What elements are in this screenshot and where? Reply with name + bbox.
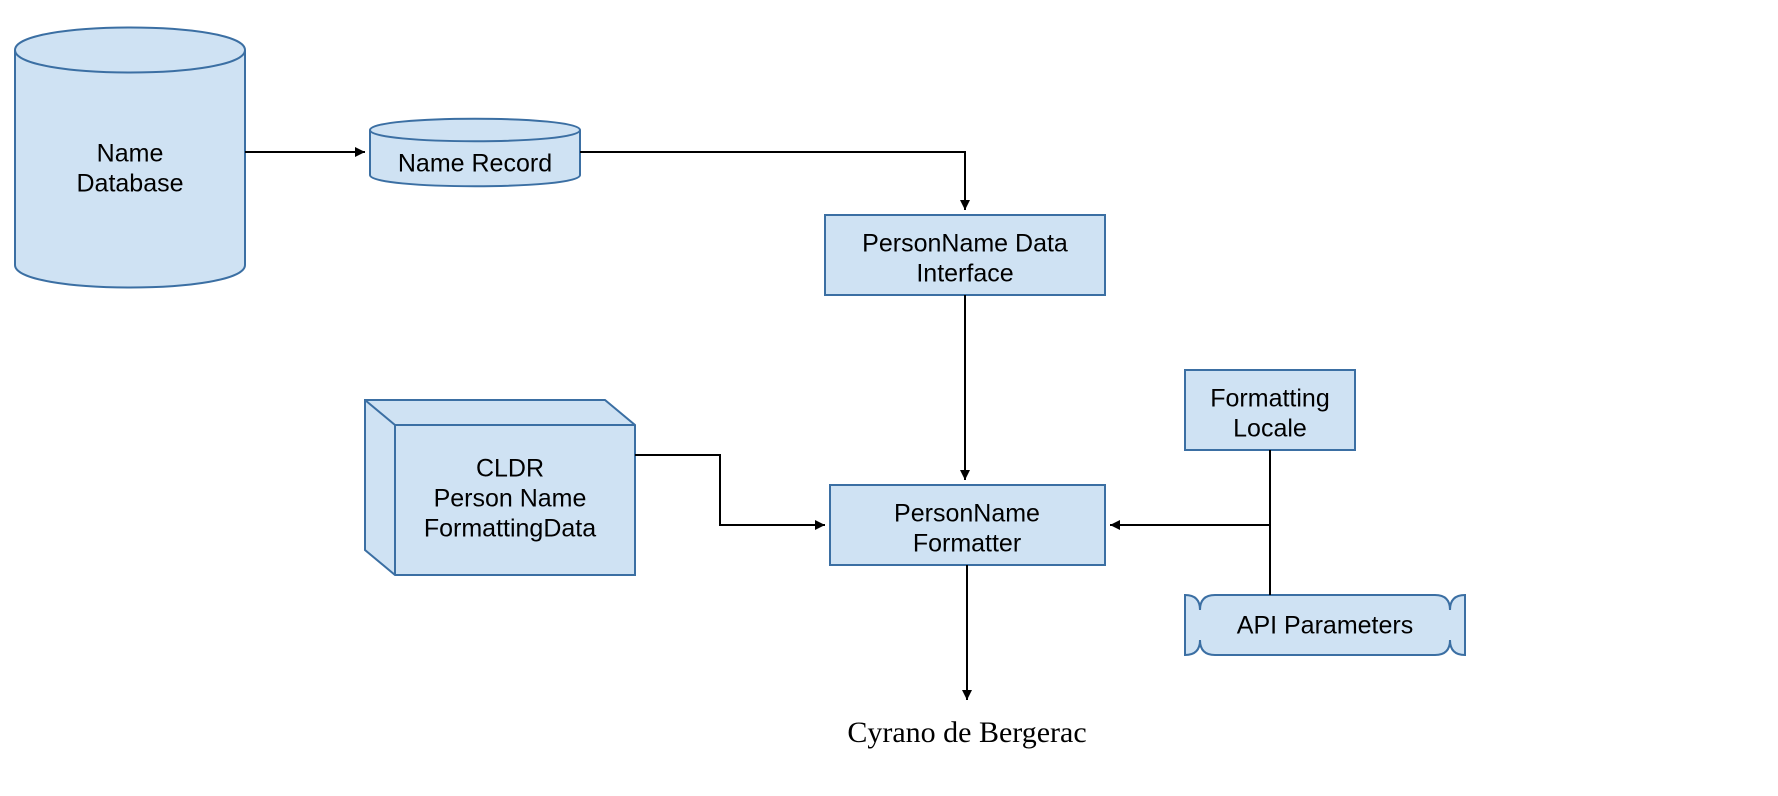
node-person-name-data-interface: PersonName Data Interface (825, 215, 1105, 295)
node-fl-label-1: Formatting (1210, 385, 1329, 413)
node-name-record: Name Record (370, 119, 580, 187)
node-pnf-label-1: PersonName (894, 500, 1040, 528)
node-api-label: API Parameters (1237, 612, 1413, 640)
node-fl-label-2: Locale (1233, 415, 1307, 443)
node-name-database: Name Database (15, 28, 245, 288)
node-name-database-label-2: Database (76, 170, 183, 198)
node-pnf-label-2: Formatter (913, 530, 1021, 558)
node-cldr-label-2: Person Name (434, 485, 587, 513)
node-cldr-formatting-data: CLDR Person Name FormattingData (365, 400, 635, 575)
node-pndi-label-2: Interface (916, 260, 1013, 288)
arrow-record-to-pndi (580, 152, 965, 210)
node-person-name-formatter: PersonName Formatter (830, 485, 1105, 565)
node-formatting-locale: Formatting Locale (1185, 370, 1355, 450)
node-pndi-label-1: PersonName Data (862, 230, 1068, 258)
node-api-parameters: API Parameters (1185, 595, 1465, 655)
diagram-canvas: Name Database Name Record PersonName Dat… (0, 0, 1778, 796)
node-cldr-label-1: CLDR (476, 455, 544, 483)
output-text: Cyrano de Bergerac (847, 716, 1086, 749)
node-name-record-label: Name Record (398, 150, 552, 178)
node-cldr-label-3: FormattingData (424, 515, 596, 543)
arrow-cldr-to-pnf (635, 455, 825, 525)
node-name-database-label-1: Name (97, 140, 164, 168)
